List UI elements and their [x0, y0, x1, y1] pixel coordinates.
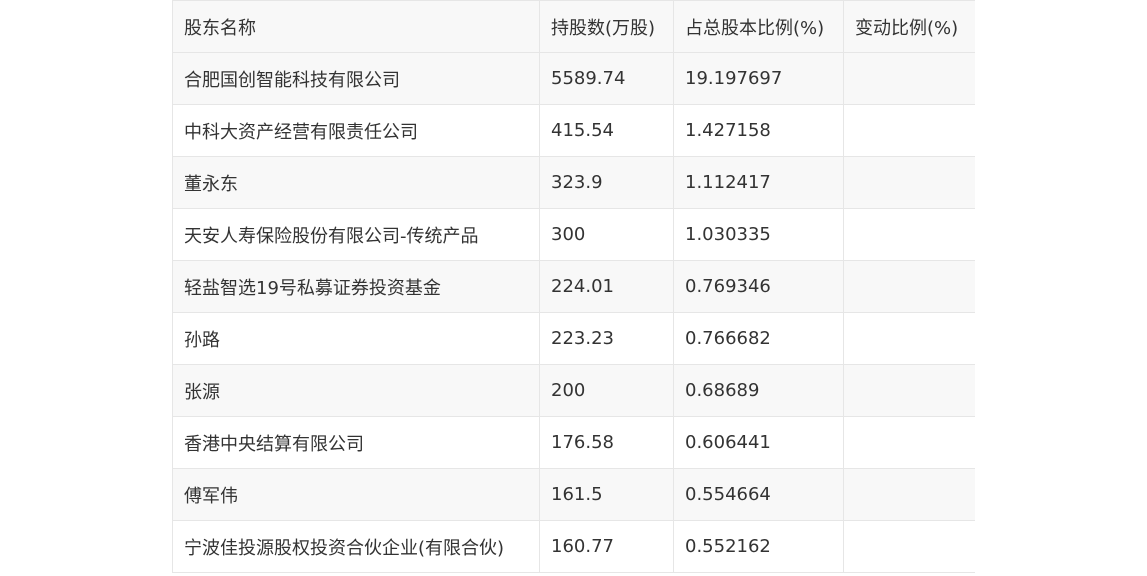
change-ratio-cell: [843, 520, 975, 573]
change-ratio-cell: [843, 312, 975, 365]
table-row: 孙路 223.23 0.766682: [172, 312, 975, 365]
shares-held-cell: 5589.74: [539, 52, 674, 105]
change-ratio-cell: [843, 468, 975, 521]
share-ratio-cell: 0.766682: [673, 312, 844, 365]
change-ratio-cell: [843, 156, 975, 209]
table-row: 香港中央结算有限公司 176.58 0.606441: [172, 416, 975, 469]
shares-held-cell: 223.23: [539, 312, 674, 365]
shareholder-name-cell: 天安人寿保险股份有限公司-传统产品: [172, 208, 540, 261]
table-row: 张源 200 0.68689: [172, 364, 975, 417]
share-ratio-cell: 19.197697: [673, 52, 844, 105]
shares-held-cell: 415.54: [539, 104, 674, 157]
shareholder-name-cell: 孙路: [172, 312, 540, 365]
shareholder-name-cell: 宁波佳投源股权投资合伙企业(有限合伙): [172, 520, 540, 573]
shareholder-name-cell: 董永东: [172, 156, 540, 209]
header-shares-held: 持股数(万股): [539, 0, 674, 53]
share-ratio-cell: 1.427158: [673, 104, 844, 157]
share-ratio-cell: 0.552162: [673, 520, 844, 573]
table-row: 合肥国创智能科技有限公司 5589.74 19.197697: [172, 52, 975, 105]
change-ratio-cell: [843, 52, 975, 105]
header-change-ratio: 变动比例(%): [843, 0, 975, 53]
table-row: 天安人寿保险股份有限公司-传统产品 300 1.030335: [172, 208, 975, 261]
shareholder-name-cell: 轻盐智选19号私募证券投资基金: [172, 260, 540, 313]
share-ratio-cell: 1.112417: [673, 156, 844, 209]
shares-held-cell: 200: [539, 364, 674, 417]
shareholder-name-cell: 合肥国创智能科技有限公司: [172, 52, 540, 105]
shares-held-cell: 161.5: [539, 468, 674, 521]
table-header-row: 股东名称 持股数(万股) 占总股本比例(%) 变动比例(%): [172, 0, 975, 53]
shareholder-table-container: 股东名称 持股数(万股) 占总股本比例(%) 变动比例(%) 合肥国创智能科技有…: [172, 0, 975, 576]
table-row: 轻盐智选19号私募证券投资基金 224.01 0.769346: [172, 260, 975, 313]
table-row: 董永东 323.9 1.112417: [172, 156, 975, 209]
shareholder-table: 股东名称 持股数(万股) 占总股本比例(%) 变动比例(%) 合肥国创智能科技有…: [172, 0, 975, 573]
shareholder-name-cell: 张源: [172, 364, 540, 417]
shares-held-cell: 323.9: [539, 156, 674, 209]
table-row: 宁波佳投源股权投资合伙企业(有限合伙) 160.77 0.552162: [172, 520, 975, 573]
table-row: 傅军伟 161.5 0.554664: [172, 468, 975, 521]
shares-held-cell: 300: [539, 208, 674, 261]
shares-held-cell: 160.77: [539, 520, 674, 573]
share-ratio-cell: 0.68689: [673, 364, 844, 417]
shareholder-name-cell: 香港中央结算有限公司: [172, 416, 540, 469]
share-ratio-cell: 0.769346: [673, 260, 844, 313]
header-shareholder-name: 股东名称: [172, 0, 540, 53]
change-ratio-cell: [843, 208, 975, 261]
change-ratio-cell: [843, 104, 975, 157]
shareholder-name-cell: 中科大资产经营有限责任公司: [172, 104, 540, 157]
share-ratio-cell: 1.030335: [673, 208, 844, 261]
table-row: 中科大资产经营有限责任公司 415.54 1.427158: [172, 104, 975, 157]
share-ratio-cell: 0.606441: [673, 416, 844, 469]
shares-held-cell: 176.58: [539, 416, 674, 469]
change-ratio-cell: [843, 416, 975, 469]
shares-held-cell: 224.01: [539, 260, 674, 313]
shareholder-name-cell: 傅军伟: [172, 468, 540, 521]
change-ratio-cell: [843, 260, 975, 313]
share-ratio-cell: 0.554664: [673, 468, 844, 521]
header-share-ratio: 占总股本比例(%): [673, 0, 844, 53]
change-ratio-cell: [843, 364, 975, 417]
